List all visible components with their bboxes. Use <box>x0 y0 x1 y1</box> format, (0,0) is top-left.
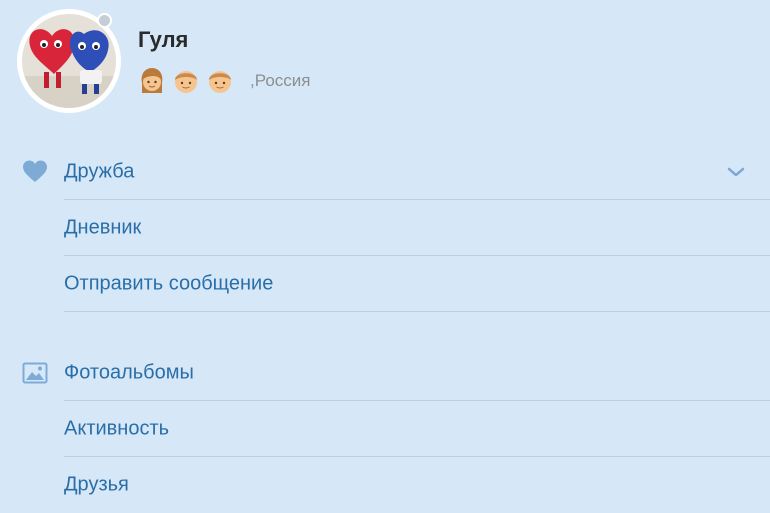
menu-item-photo-albums[interactable]: Фотоальбомы <box>0 345 770 401</box>
photo-icon <box>22 362 48 384</box>
menu-item-activity[interactable]: Активность <box>0 401 770 457</box>
menu-item-label: Друзья <box>64 473 129 496</box>
menu-group-content: Фотоальбомы Активность Друзья <box>0 345 770 513</box>
online-status-dot <box>97 13 112 28</box>
boy-emoji-icon <box>172 67 200 95</box>
status-row: ,Россия <box>138 64 310 98</box>
chevron-down-icon[interactable] <box>725 161 747 183</box>
girl-emoji-icon <box>138 67 166 95</box>
menu-item-label: Фотоальбомы <box>64 361 194 384</box>
profile-header: Гуля ,Россия <box>0 0 770 130</box>
divider <box>64 311 770 312</box>
profile-page: Гуля ,Россия Дружба Дневник Отправить со… <box>0 0 770 513</box>
heart-icon <box>23 160 47 182</box>
menu-item-friends[interactable]: Друзья <box>0 457 770 513</box>
menu-item-diary[interactable]: Дневник <box>0 200 770 256</box>
profile-name[interactable]: Гуля <box>138 27 188 53</box>
menu-item-label: Дневник <box>64 216 142 239</box>
menu-item-label: Активность <box>64 417 170 440</box>
avatar-photo <box>22 14 116 108</box>
menu-item-label: Отправить сообщение <box>64 272 274 295</box>
menu-group-relations: Дружба Дневник Отправить сообщение <box>0 144 770 312</box>
profile-location: ,Россия <box>250 71 311 90</box>
menu-item-friendship[interactable]: Дружба <box>0 144 770 200</box>
menu-item-label: Дружба <box>64 160 135 183</box>
boy-emoji-icon <box>206 67 234 95</box>
menu-item-send-message[interactable]: Отправить сообщение <box>0 256 770 312</box>
